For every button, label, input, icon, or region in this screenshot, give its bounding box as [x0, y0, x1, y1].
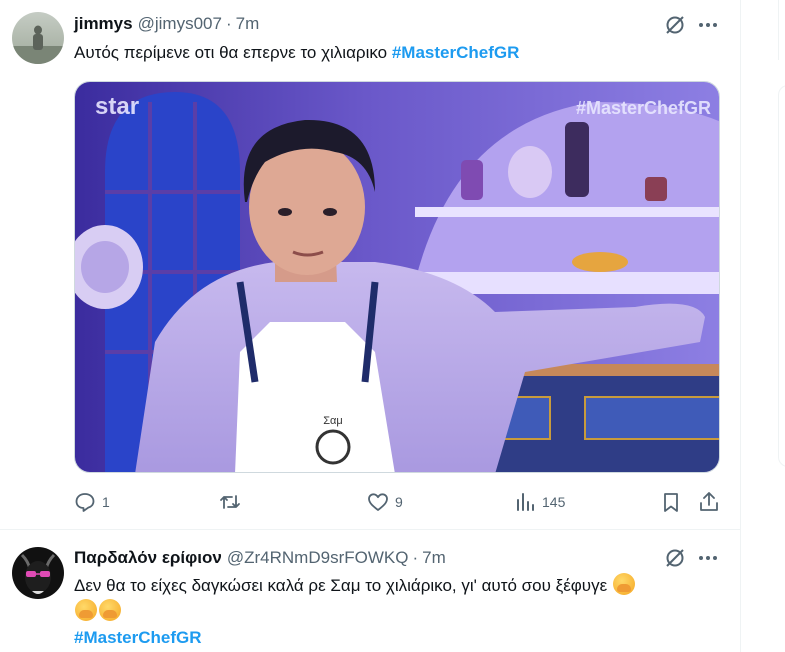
bookmark-button[interactable] — [660, 488, 682, 516]
like-count: 9 — [395, 494, 403, 510]
right-sidebar — [742, 0, 785, 652]
timestamp[interactable]: 7m — [236, 14, 260, 34]
author-name[interactable]: jimmys — [74, 14, 133, 34]
hashtag-link[interactable]: #MasterChefGR — [392, 43, 520, 62]
views-count: 145 — [542, 494, 566, 510]
timestamp[interactable]: 7m — [422, 548, 446, 568]
tweet-media-image[interactable]: Σαμ star #MasterChefGR — [74, 81, 720, 473]
tweet[interactable]: jimmys @jimys007 · 7m Αυτός περίμενε οτι… — [0, 0, 741, 530]
grok-icon[interactable] — [664, 547, 686, 569]
analytics-icon — [517, 493, 534, 511]
heart-icon — [368, 493, 388, 511]
retweet-button[interactable] — [219, 488, 247, 516]
tweet-body: Δεν θα το είχες δαγκώσει καλά ρε Σαμ το … — [74, 576, 608, 595]
retweet-icon — [220, 495, 240, 509]
separator-dot: · — [412, 548, 419, 567]
author-handle[interactable]: @Zr4RNmD9srFOWKQ — [227, 548, 409, 568]
face-with-hand-over-mouth-emoji — [612, 573, 635, 595]
author-name[interactable]: Παρδαλόν ερίφιον — [74, 548, 222, 568]
sidebar-card-edge — [778, 85, 785, 467]
share-button[interactable] — [698, 488, 720, 516]
more-icon[interactable] — [697, 14, 719, 36]
tweet[interactable]: Παρδαλόν ερίφιον @Zr4RNmD9srFOWKQ · 7m Δ… — [0, 531, 741, 652]
overlay-hashtag: #MasterChefGR — [576, 98, 711, 118]
grok-icon[interactable] — [664, 14, 686, 36]
more-icon[interactable] — [697, 547, 719, 569]
tweet-body: Αυτός περίμενε οτι θα επερνε το χιλιαρικ… — [74, 43, 388, 62]
tweet-actions: 1 9 145 — [74, 488, 724, 516]
timeline: jimmys @jimys007 · 7m Αυτός περίμενε οτι… — [0, 0, 741, 652]
channel-logo: star — [95, 93, 139, 120]
sidebar-search-edge — [778, 0, 785, 60]
bookmark-icon — [664, 493, 678, 512]
avatar[interactable] — [12, 12, 64, 64]
share-icon — [700, 492, 718, 511]
reply-button[interactable]: 1 — [74, 488, 110, 516]
separator-dot: · — [225, 14, 232, 33]
face-with-hand-over-mouth-emoji — [99, 599, 121, 621]
tweet-header: jimmys @jimys007 · 7m — [74, 13, 259, 35]
tweet-header: Παρδαλόν ερίφιον @Zr4RNmD9srFOWKQ · 7m — [74, 547, 446, 569]
reply-icon — [75, 493, 95, 512]
tweet-text: Αυτός περίμενε οτι θα επερνε το χιλιαρικ… — [74, 40, 714, 66]
views-button[interactable]: 145 — [514, 488, 565, 516]
like-button[interactable]: 9 — [367, 488, 403, 516]
tweet-text: Δεν θα το είχες δαγκώσει καλά ρε Σαμ το … — [74, 573, 714, 651]
face-with-hand-over-mouth-emoji — [75, 599, 97, 621]
avatar[interactable] — [12, 547, 64, 599]
hashtag-link[interactable]: #MasterChefGR — [74, 628, 202, 647]
author-handle[interactable]: @jimys007 — [138, 14, 222, 34]
reply-count: 1 — [102, 494, 110, 510]
apron-name-text: Σαμ — [323, 415, 343, 427]
